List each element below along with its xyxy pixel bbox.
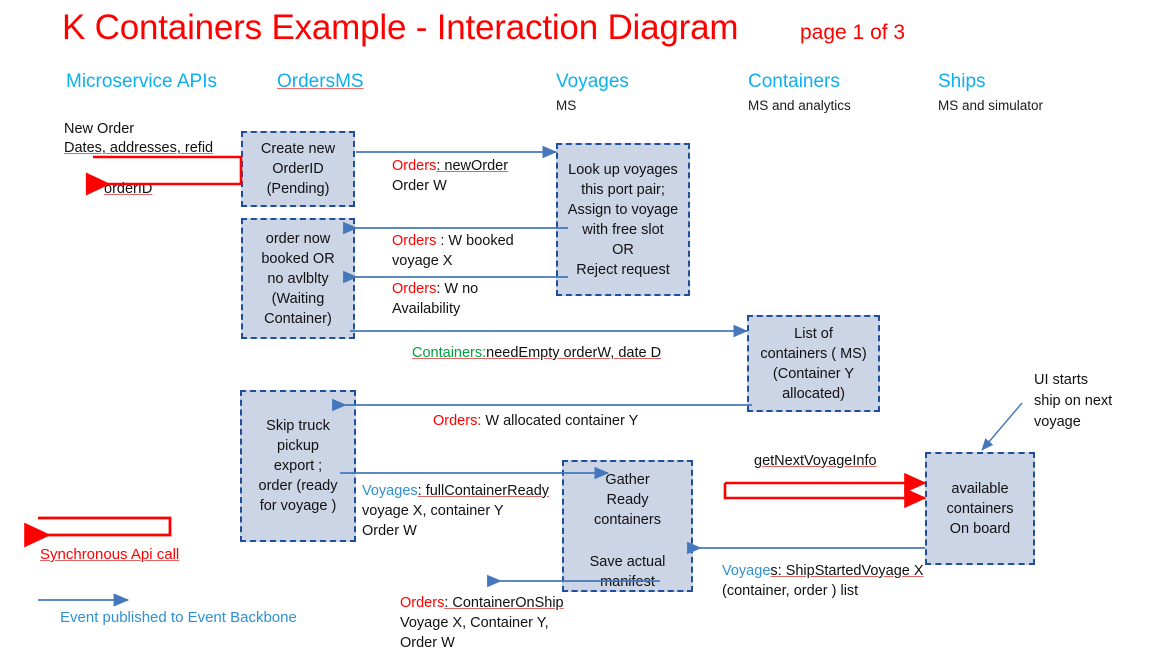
diagram-canvas: K Containers Example - Interaction Diagr…: [0, 0, 1152, 655]
box-save-manifest-text: Save actual manifest: [589, 554, 666, 590]
msg-voyages-fullcontainerready-line1: Voyages: fullContainerReady: [362, 483, 550, 499]
column-header-containers: Containers: [748, 71, 840, 92]
msg-orders-booked-line2: voyage X: [392, 253, 453, 269]
msg-orders-allocated: Orders: W allocated container Y: [433, 413, 639, 429]
msg-voyages-fullcontainerready-line3: Order W: [362, 523, 417, 539]
box-container-list: List of containers ( MS) (Container Y al…: [747, 315, 880, 412]
column-header-ordersms: OrdersMS: [277, 71, 364, 92]
msg-orders-neworder-line1: Orders: newOrder: [392, 158, 509, 174]
column-subtitle-voyages: MS: [556, 98, 577, 113]
legend-event-published-label: Event published to Event Backbone: [60, 609, 297, 626]
annotation-ui-starts-line2: ship on next: [1034, 393, 1113, 409]
box-voyages-lookup: Look up voyages this port pair; Assign t…: [556, 143, 690, 296]
arrow-get-next-voyage-info-sync: [723, 472, 927, 509]
annotation-pointer-ui-starts-ship: [981, 402, 1023, 451]
msg-get-next-voyage-info: getNextVoyageInfo: [754, 453, 877, 469]
new-order-request-line2: Dates, addresses, refid: [64, 140, 214, 156]
annotation-ui-starts-line3: voyage: [1034, 414, 1081, 430]
legend-sync-api-call-arrow: [24, 516, 172, 548]
box-gather-and-save: Gather Ready containers Save actual mani…: [562, 460, 693, 592]
column-header-voyages: Voyages: [556, 71, 629, 92]
msg-voyages-shipstartedvoyage-line1: Voyages: ShipStartedVoyage X: [722, 563, 924, 579]
box-order-booked-or-no-availability: order now booked OR no avlblty (Waiting …: [241, 218, 355, 339]
msg-orders-containeronship-line3: Order W: [400, 635, 455, 651]
legend-sync-api-call-label: Synchronous Api call: [40, 546, 180, 563]
page-title: K Containers Example - Interaction Diagr…: [62, 8, 739, 47]
annotation-ui-starts-line1: UI starts: [1034, 372, 1088, 388]
column-subtitle-containers: MS and analytics: [748, 98, 851, 113]
msg-orders-containeronship-line2: Voyage X, Container Y,: [400, 615, 549, 631]
msg-voyages-fullcontainerready-line2: voyage X, container Y: [362, 503, 504, 519]
msg-containers-needempty: Containers:needEmpty orderW, date D: [412, 345, 662, 361]
msg-orders-noavail-line1: Orders: W no: [392, 281, 479, 297]
column-header-microservice-apis: Microservice APIs: [66, 71, 217, 92]
msg-orders-neworder-line2: Order W: [392, 178, 447, 194]
msg-orders-booked-line1: Orders : W booked: [392, 233, 514, 249]
box-skip-truck-pickup: Skip truck pickup export ; order (ready …: [240, 390, 356, 542]
page-indicator: page 1 of 3: [800, 21, 906, 44]
box-ship-available-containers: available containers On board: [925, 452, 1035, 565]
new-order-request-line1: New Order: [64, 121, 135, 137]
msg-orders-containeronship-line1: Orders: ContainerOnShip: [400, 595, 564, 611]
order-id-return-label: orderID: [104, 181, 153, 197]
column-header-ships: Ships: [938, 71, 986, 92]
column-subtitle-ships: MS and simulator: [938, 98, 1044, 113]
msg-voyages-shipstartedvoyage-line2: (container, order ) list: [722, 583, 859, 599]
box-create-new-order: Create new OrderID (Pending): [241, 131, 355, 207]
msg-orders-noavail-line2: Availability: [392, 301, 461, 317]
